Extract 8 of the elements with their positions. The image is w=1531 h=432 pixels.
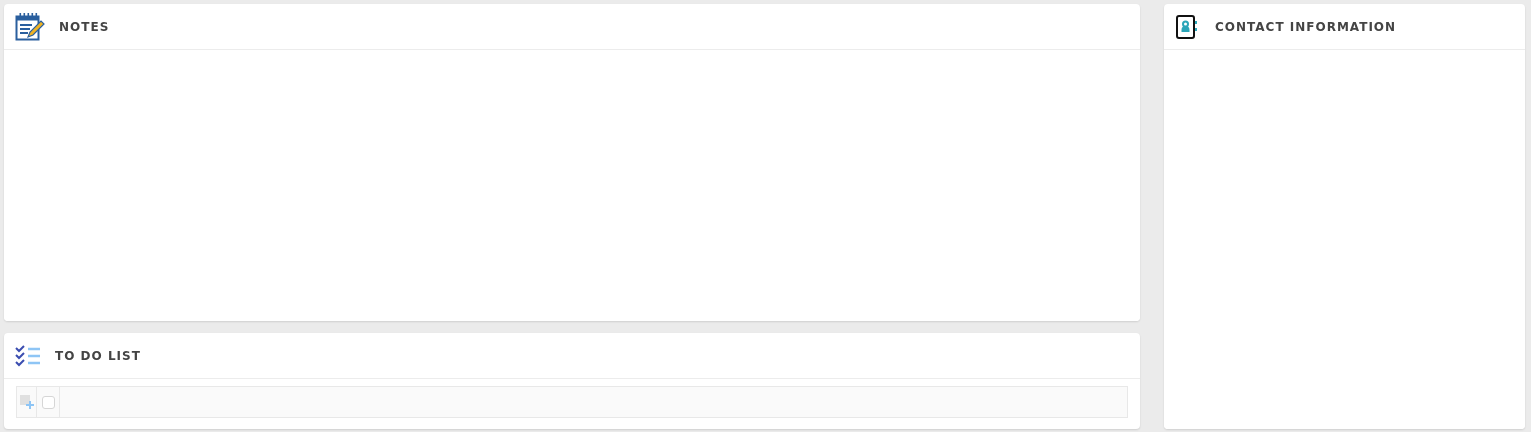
- todo-checkbox[interactable]: [41, 395, 55, 409]
- add-item-button[interactable]: [17, 387, 37, 417]
- todo-title: TO DO LIST: [55, 348, 141, 363]
- notes-title: NOTES: [59, 19, 110, 34]
- contact-title: CONTACT INFORMATION: [1215, 19, 1397, 34]
- notepad-icon: [15, 12, 45, 41]
- checklist-icon: [15, 344, 41, 367]
- add-item-icon: [20, 395, 34, 409]
